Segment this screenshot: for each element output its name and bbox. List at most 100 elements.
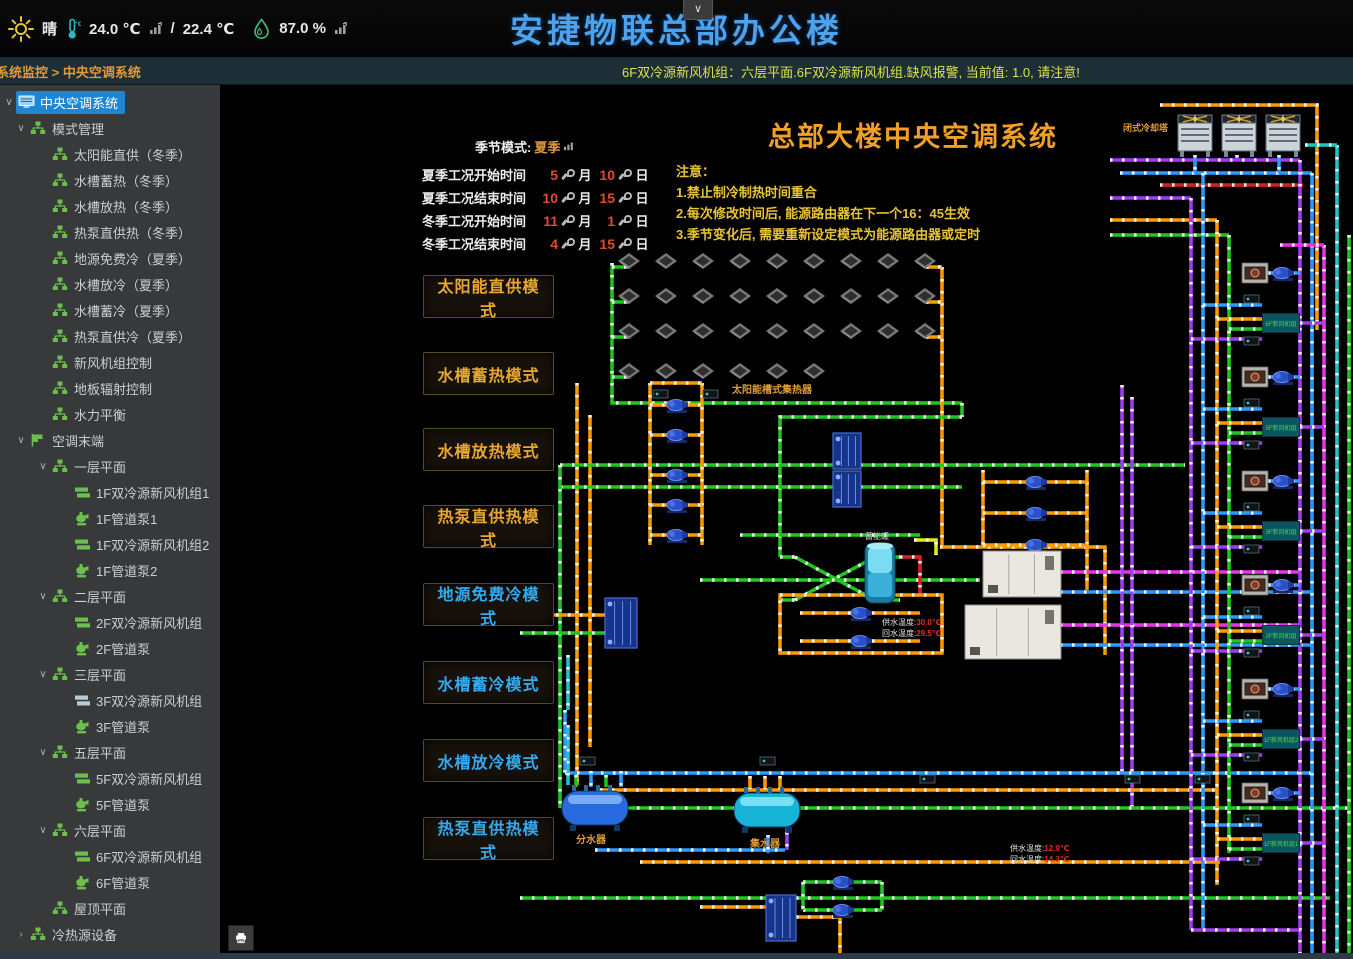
tree-item[interactable]: ∨二层平面 bbox=[0, 583, 220, 609]
valve-indicator[interactable] bbox=[1244, 441, 1259, 449]
water-pump[interactable] bbox=[833, 905, 854, 919]
tree-item[interactable]: ∨五层平面 bbox=[0, 739, 220, 765]
trend-chart-icon[interactable] bbox=[563, 139, 575, 154]
cooling-tower[interactable] bbox=[1266, 115, 1300, 157]
water-header-tank[interactable] bbox=[562, 785, 628, 831]
fan-coil-unit[interactable] bbox=[1242, 367, 1268, 387]
tree-item[interactable]: 2F双冷源新风机组 bbox=[0, 609, 220, 635]
water-pump[interactable] bbox=[1273, 476, 1294, 490]
tree-item[interactable]: 1F管道泵2 bbox=[0, 557, 220, 583]
wrench-edit-icon[interactable] bbox=[562, 192, 573, 203]
water-pump[interactable] bbox=[833, 877, 854, 891]
fan-coil-unit[interactable] bbox=[1242, 471, 1268, 491]
mode-button[interactable]: 热泵直供热模式 bbox=[423, 817, 554, 860]
floor-ahu-box[interactable]: 2F新风机组 bbox=[1262, 625, 1300, 645]
mode-button[interactable]: 太阳能直供模式 bbox=[423, 275, 554, 318]
cooling-tower[interactable] bbox=[1222, 115, 1256, 157]
valve-indicator[interactable] bbox=[920, 775, 935, 783]
water-pump[interactable] bbox=[1273, 580, 1294, 594]
water-pump[interactable] bbox=[1273, 788, 1294, 802]
trend-chart-icon[interactable] bbox=[334, 22, 348, 35]
water-pump[interactable] bbox=[1026, 508, 1047, 522]
tree-item[interactable]: 水力平衡 bbox=[0, 401, 220, 427]
tree-item[interactable]: 6F双冷源新风机组 bbox=[0, 843, 220, 869]
water-pump[interactable] bbox=[851, 608, 872, 622]
water-pump[interactable] bbox=[1026, 477, 1047, 491]
cooling-tower[interactable] bbox=[1178, 115, 1212, 157]
valve-indicator[interactable] bbox=[1244, 649, 1259, 657]
plate-heat-exchanger[interactable] bbox=[766, 895, 796, 941]
chevron-down-icon[interactable]: ∨ bbox=[36, 825, 50, 836]
water-pump[interactable] bbox=[667, 500, 688, 514]
valve-indicator[interactable] bbox=[1244, 815, 1259, 823]
valve-indicator[interactable] bbox=[703, 390, 718, 398]
tree-item[interactable]: 3F管道泵 bbox=[0, 713, 220, 739]
wrench-edit-icon[interactable] bbox=[619, 215, 630, 226]
valve-indicator[interactable] bbox=[1125, 775, 1140, 783]
fan-coil-unit[interactable] bbox=[1242, 783, 1268, 803]
tree-item[interactable]: ∨模式管理 bbox=[0, 115, 220, 141]
mode-button[interactable]: 地源免费冷模式 bbox=[423, 583, 554, 626]
fan-coil-unit[interactable] bbox=[1242, 679, 1268, 699]
tree-item[interactable]: 6F管道泵 bbox=[0, 869, 220, 895]
schedule-month-value[interactable]: 10 bbox=[538, 190, 558, 206]
chevron-down-icon[interactable]: ∨ bbox=[14, 435, 28, 446]
tree-item[interactable]: 1F管道泵1 bbox=[0, 505, 220, 531]
tree-item[interactable]: 2F管道泵 bbox=[0, 635, 220, 661]
valve-indicator[interactable] bbox=[1244, 607, 1259, 615]
wrench-edit-icon[interactable] bbox=[619, 169, 630, 180]
tree-item[interactable]: ∨一层平面 bbox=[0, 453, 220, 479]
tree-item[interactable]: 3F双冷源新风机组 bbox=[0, 687, 220, 713]
wrench-edit-icon[interactable] bbox=[562, 169, 573, 180]
water-pump[interactable] bbox=[1273, 684, 1294, 698]
schedule-month-value[interactable]: 5 bbox=[538, 167, 558, 183]
floor-ahu-box[interactable]: 6F新风机组 bbox=[1262, 313, 1300, 333]
mode-button[interactable]: 水槽蓄冷模式 bbox=[423, 661, 554, 704]
water-pump[interactable] bbox=[667, 430, 688, 444]
tree-item[interactable]: 热泵直供冷（夏季） bbox=[0, 323, 220, 349]
tree-item[interactable]: 热泵直供热（冬季） bbox=[0, 219, 220, 245]
valve-indicator[interactable] bbox=[760, 757, 775, 765]
wrench-edit-icon[interactable] bbox=[562, 238, 573, 249]
chevron-down-icon[interactable]: ∨ bbox=[36, 747, 50, 758]
valve-indicator[interactable] bbox=[1244, 503, 1259, 511]
schedule-month-value[interactable]: 4 bbox=[538, 236, 558, 252]
tree-item[interactable]: ∨六层平面 bbox=[0, 817, 220, 843]
water-pump[interactable] bbox=[1273, 268, 1294, 282]
water-header-tank[interactable] bbox=[734, 787, 800, 833]
tree-item[interactable]: 水槽蓄热（冬季） bbox=[0, 167, 220, 193]
tree-item[interactable]: ›冷热源设备 bbox=[0, 921, 220, 947]
trend-chart-icon[interactable] bbox=[149, 22, 163, 35]
valve-indicator[interactable] bbox=[1244, 295, 1259, 303]
chevron-right-icon[interactable]: › bbox=[14, 929, 28, 940]
wrench-edit-icon[interactable] bbox=[619, 192, 630, 203]
wrench-edit-icon[interactable] bbox=[619, 238, 630, 249]
chevron-down-icon[interactable]: ∨ bbox=[36, 591, 50, 602]
valve-indicator[interactable] bbox=[1195, 775, 1210, 783]
tree-item[interactable]: 1F双冷源新风机组2 bbox=[0, 531, 220, 557]
collapse-header-button[interactable]: ∨ bbox=[683, 0, 713, 20]
tree-item[interactable]: 5F管道泵 bbox=[0, 791, 220, 817]
tree-item[interactable]: 5F双冷源新风机组 bbox=[0, 765, 220, 791]
schedule-month-value[interactable]: 11 bbox=[538, 213, 558, 229]
water-pump[interactable] bbox=[1273, 372, 1294, 386]
tree-item[interactable]: 地板辐射控制 bbox=[0, 375, 220, 401]
water-pump[interactable] bbox=[667, 470, 688, 484]
breadcrumb[interactable]: 系统监控 > 中央空调系统 bbox=[0, 62, 141, 81]
valve-indicator[interactable] bbox=[1244, 545, 1259, 553]
water-pump[interactable] bbox=[667, 530, 688, 544]
tree-item[interactable]: 太阳能直供（冬季） bbox=[0, 141, 220, 167]
tree-item[interactable]: 水槽蓄冷（夏季） bbox=[0, 297, 220, 323]
valve-indicator[interactable] bbox=[1244, 399, 1259, 407]
mode-button[interactable]: 水槽放热模式 bbox=[423, 428, 554, 471]
floor-ahu-box[interactable]: 5F新风机组 bbox=[1262, 417, 1300, 437]
plate-heat-exchanger[interactable] bbox=[833, 433, 861, 469]
tree-item[interactable]: 新风机组控制 bbox=[0, 349, 220, 375]
wrench-edit-icon[interactable] bbox=[562, 215, 573, 226]
fan-coil-unit[interactable] bbox=[1242, 263, 1268, 283]
valve-indicator[interactable] bbox=[1244, 857, 1259, 865]
tree-item[interactable]: 水槽放热（冬季） bbox=[0, 193, 220, 219]
water-pump[interactable] bbox=[851, 636, 872, 650]
mode-button[interactable]: 水槽蓄热模式 bbox=[423, 352, 554, 395]
valve-indicator[interactable] bbox=[653, 390, 668, 398]
